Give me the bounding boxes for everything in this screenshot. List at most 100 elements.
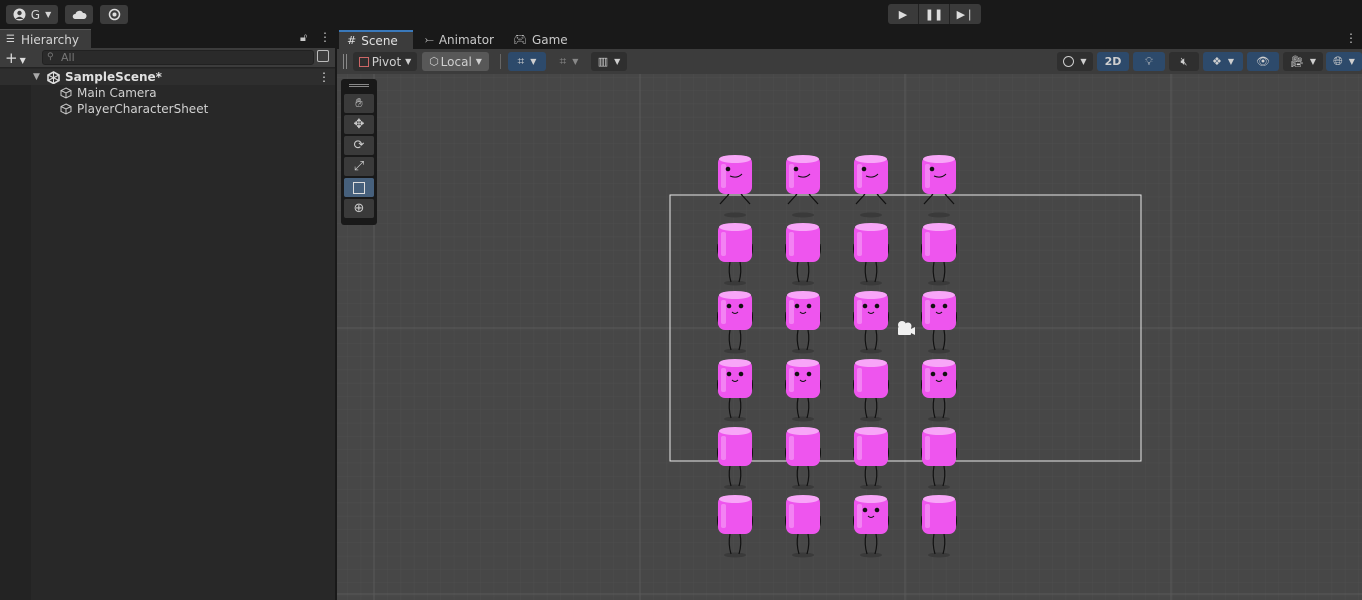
cloud-icon [72,10,87,19]
scene-name: SampleScene* [65,70,162,84]
chevron-down-icon: ▼ [45,10,52,19]
pause-button[interactable]: ❚❚ [919,4,950,24]
character-sprite[interactable] [916,222,962,286]
foldout-arrow-icon[interactable]: ▼ [33,72,40,82]
play-button[interactable]: ▶ [888,4,919,24]
chevron-down-icon: ▼ [1348,57,1355,66]
play-icon: ▶ [898,7,908,21]
camera-gizmo-icon[interactable] [894,319,916,337]
local-dropdown[interactable]: ⬡ Local ▼ [422,52,489,71]
character-sprite[interactable] [916,494,962,558]
drag-handle[interactable] [343,54,347,69]
grid-snap-toggle[interactable]: ⌗ ▼ [508,52,546,71]
character-sprite[interactable] [780,494,826,558]
add-button[interactable]: + ▼ [5,49,26,67]
tab-game[interactable]: 🎮︎ Game [505,30,576,49]
lock-icon[interactable]: 🔓︎ [300,31,307,45]
grid-snap-icon: ⌗ [517,54,525,68]
scene-root-row[interactable]: ▼ SampleScene* ⋮ [0,69,335,85]
services-icon [108,8,120,21]
character-sprite[interactable] [712,358,758,422]
character-sprite[interactable] [712,222,758,286]
character-sprite[interactable] [780,290,826,354]
increment-snap-toggle[interactable]: ⌗ ▼ [551,52,587,71]
grid-icon: # [347,34,357,47]
character-sprite[interactable] [712,426,758,490]
search-icon: ⚲ [47,52,54,62]
cloud-button[interactable] [65,5,93,24]
scene-camera-dropdown[interactable]: 🎥︎ ▼ [1283,52,1323,71]
shading-mode-dropdown[interactable]: ▼ [1057,52,1093,71]
character-sprite[interactable] [848,426,894,490]
more-options-icon[interactable]: ⋮ [1345,31,1357,45]
scene-menu-icon[interactable]: ⋮ [318,70,330,84]
character-sprite[interactable] [780,222,826,286]
pivot-icon [358,56,369,67]
ruler-toggle[interactable]: ▥ ▼ [591,52,627,71]
toggle-2d-button[interactable]: 2D [1097,52,1129,71]
scale-tool-button[interactable]: ⤢ [344,157,374,176]
animator-icon: ⤚ [425,32,434,46]
audio-toggle[interactable]: 🔇︎ [1169,52,1199,71]
hierarchy-item-main-camera[interactable]: Main Camera [60,85,157,101]
character-sprite[interactable] [916,290,962,354]
character-sprite[interactable] [712,494,758,558]
rotate-tool-button[interactable]: ⟳ [344,136,374,155]
character-sprite[interactable] [780,426,826,490]
move-tool-button[interactable]: ✥ [344,115,374,134]
character-sprite[interactable] [848,358,894,422]
hierarchy-panel: ☰ Hierarchy 🔓︎ ⋮ + ▼ ⚲ All ▼ SampleScene*… [0,29,335,600]
character-sprite[interactable] [848,494,894,558]
unity-scene-icon [47,70,60,84]
mode-2d-label: 2D [1104,55,1122,68]
rotate-icon: ⟳ [353,138,365,153]
tab-hierarchy[interactable]: ☰ Hierarchy [0,29,91,49]
gizmos-globe-icon: 🌐︎ [1333,54,1343,68]
scene-panel: # Scene ⤚ Animator 🎮︎ Game ⋮ Pivot ▼ ⬡ L… [337,29,1362,600]
tab-animator[interactable]: ⤚ Animator [417,30,502,49]
gameobject-cube-icon [60,87,72,99]
gamepad-icon: 🎮︎ [513,33,527,46]
character-sprite[interactable] [916,358,962,422]
character-sprite[interactable] [916,154,962,218]
character-sprite[interactable] [848,222,894,286]
account-dropdown[interactable]: G ▼ [6,5,58,24]
services-button[interactable] [100,5,128,24]
scale-icon: ⤢ [353,159,365,174]
hierarchy-item-player-character-sheet[interactable]: PlayerCharacterSheet [60,101,208,117]
rect-tool-button[interactable] [344,178,374,197]
hand-tool-button[interactable]: ✋︎ [344,94,374,113]
rect-transform-icon [353,181,365,194]
ruler-icon: ▥ [597,55,609,68]
character-sprite[interactable] [916,426,962,490]
character-sprite[interactable] [712,290,758,354]
transform-tool-button[interactable]: ⊕ [344,199,374,218]
playmode-controls: ▶ ❚❚ ▶❘ [888,4,983,24]
overlay-drag-handle[interactable] [349,84,369,87]
local-cube-icon: ⬡ [429,55,439,68]
chevron-down-icon: ▼ [572,57,579,66]
character-sprite[interactable] [848,154,894,218]
hidden-objects-toggle[interactable]: 👁︎ [1247,52,1279,71]
character-sprite[interactable] [780,154,826,218]
scene-viewport[interactable]: ✋︎ ✥ ⟳ ⤢ ⊕ [337,74,1362,600]
scene-toolbar: Pivot ▼ ⬡ Local ▼ ⌗ ▼ ⌗ ▼ ▥ ▼ ▼ 2D 💡︎ 🔇︎… [337,49,1362,74]
search-placeholder: All [61,51,75,64]
character-sprite[interactable] [712,154,758,218]
lightbulb-icon: 💡︎ [1145,54,1153,68]
character-sprite[interactable] [848,290,894,354]
pivot-dropdown[interactable]: Pivot ▼ [353,52,417,71]
more-options-icon[interactable]: ⋮ [319,30,331,44]
search-options-icon[interactable] [317,50,329,62]
step-button[interactable]: ▶❘ [950,4,981,24]
tab-scene[interactable]: # Scene [339,30,413,49]
effects-layers-icon: ❖ [1211,55,1222,68]
audio-mute-icon: 🔇︎ [1180,54,1188,68]
hierarchy-search-input[interactable]: ⚲ All [42,50,314,65]
pause-icon: ❚❚ [924,7,944,21]
transform-icon: ⊕ [353,201,365,216]
character-sprite[interactable] [780,358,826,422]
gizmos-dropdown[interactable]: 🌐︎ ▼ [1326,52,1362,71]
effects-dropdown[interactable]: ❖ ▼ [1203,52,1243,71]
lighting-toggle[interactable]: 💡︎ [1133,52,1165,71]
